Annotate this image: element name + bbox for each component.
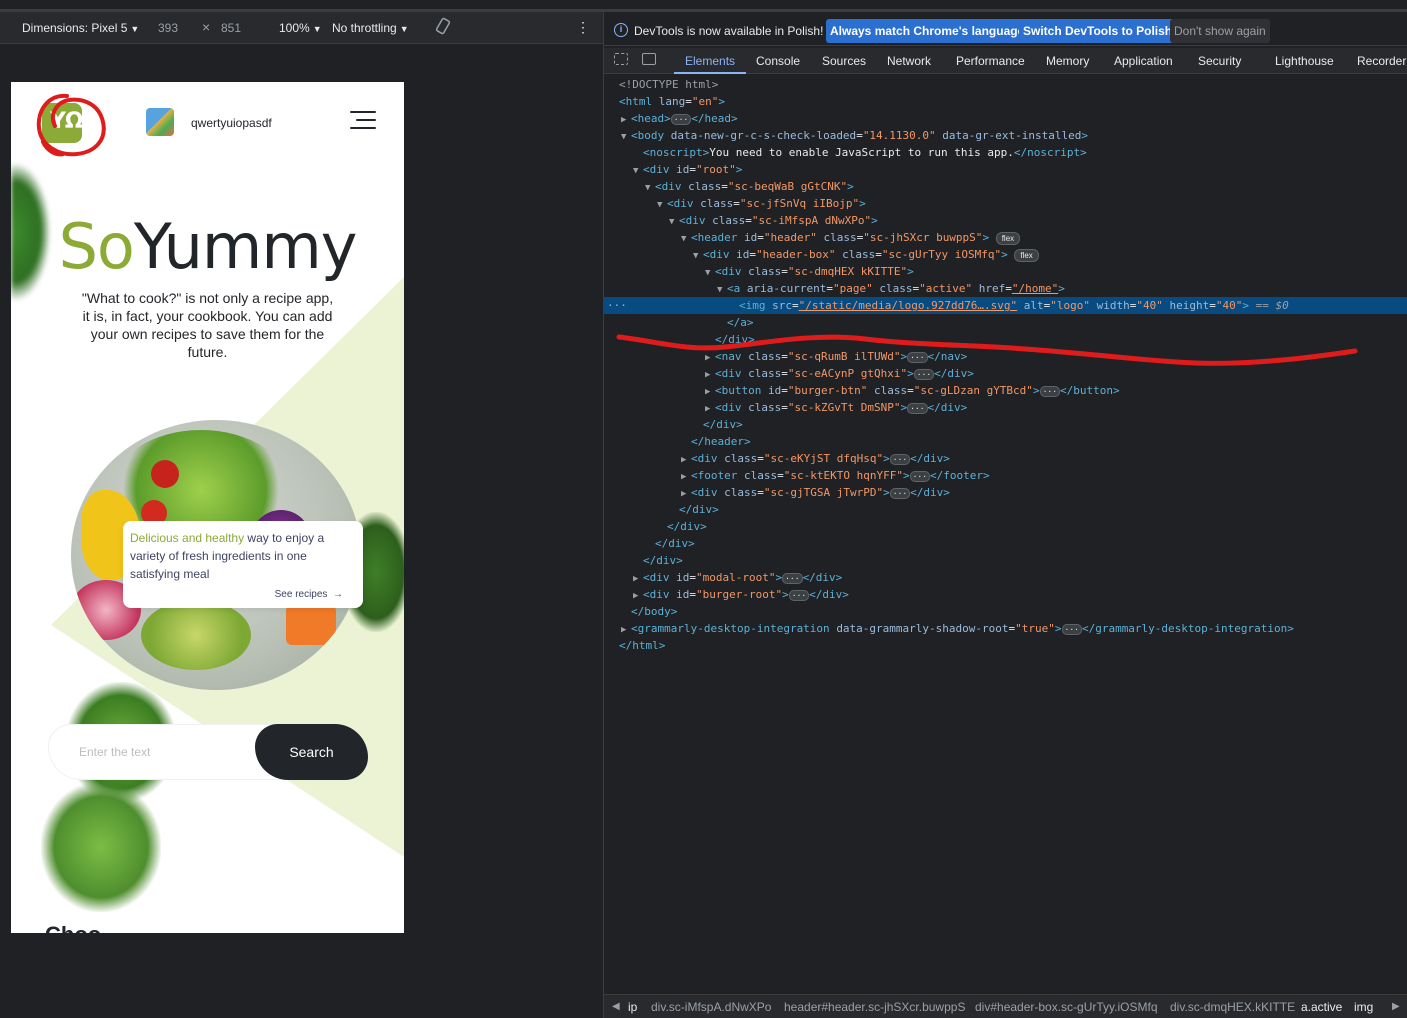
dom-line[interactable]: ▼ <div class="sc-jfSnVq iIBojp">	[604, 195, 1407, 212]
search-input[interactable]	[79, 745, 239, 759]
section-heading-partial: Choo	[45, 922, 101, 933]
decorative-leaf	[41, 782, 161, 912]
device-select[interactable]: Dimensions: Pixel 5 ▼	[22, 21, 139, 35]
dom-line-selected[interactable]: <img src="/static/media/logo.927dd76….sv…	[604, 297, 1407, 314]
avatar[interactable]	[146, 108, 174, 136]
dom-line[interactable]: </body>	[604, 603, 1407, 620]
hero-title-accent: So	[58, 210, 135, 283]
dom-line[interactable]: ▶ <div class="sc-kZGvTt DmSNP"> ··· </div>	[604, 399, 1407, 416]
dom-line[interactable]: ▶ <div id="modal-root"> ··· </div>	[604, 569, 1407, 586]
dont-show-again-button[interactable]: Don't show again	[1170, 19, 1270, 43]
dom-line[interactable]: </div>	[604, 518, 1407, 535]
dom-line[interactable]: ▶ <div class="sc-gjTGSA jTwrPD"> ··· </div>	[604, 484, 1407, 501]
see-recipes-label: See recipes	[274, 589, 328, 600]
throttling-select[interactable]: No throttling ▼	[332, 21, 409, 35]
tab-elements[interactable]: Elements	[685, 54, 735, 68]
dom-line[interactable]: <!DOCTYPE html>	[604, 76, 1407, 93]
dom-line[interactable]: ▼ <div id="header-box" class="sc-gUrTyy i…	[604, 246, 1407, 263]
dom-line[interactable]: </div>	[604, 535, 1407, 552]
dom-line[interactable]: </html>	[604, 637, 1407, 654]
dimension-separator: ×	[202, 19, 211, 35]
username[interactable]: qwertyuiopasdf	[191, 116, 272, 130]
tab-network[interactable]: Network	[887, 54, 931, 68]
dom-line[interactable]: ▼ <div class="sc-beqWaB gGtCNK">	[604, 178, 1407, 195]
tab-lighthouse[interactable]: Lighthouse	[1275, 54, 1334, 68]
rotate-icon[interactable]	[434, 17, 452, 38]
breadcrumb: ◀ ip div.sc-iMfspA.dNwXPo header#header.…	[604, 994, 1407, 1018]
burger-line	[356, 119, 376, 121]
dom-line[interactable]: </div>	[604, 552, 1407, 569]
devtools-panel: i DevTools is now available in Polish! A…	[603, 12, 1407, 1018]
tab-recorder[interactable]: Recorder	[1357, 54, 1406, 68]
dom-line[interactable]: ▶ <footer class="sc-ktEKTO hqnYFF"> ··· </f…	[604, 467, 1407, 484]
arrow-right-icon: →	[333, 589, 343, 600]
dom-line[interactable]: ▼ <header id="header" class="sc-jhSXcr bu…	[604, 229, 1407, 246]
tab-performance[interactable]: Performance	[956, 54, 1025, 68]
dom-line[interactable]: <html lang="en">	[604, 93, 1407, 110]
breadcrumb-scroll-left-icon[interactable]: ◀	[612, 1001, 620, 1012]
more-actions-icon[interactable]: ···	[607, 297, 627, 314]
dom-line[interactable]: </div>	[604, 416, 1407, 433]
dom-line[interactable]: ▼ <div class="sc-iMfspA dNwXPo">	[604, 212, 1407, 229]
chevron-down-icon: ▼	[130, 24, 140, 34]
promo-card: Delicious and healthy way to enjoy a var…	[123, 521, 363, 608]
device-toggle-icon[interactable]	[642, 53, 656, 65]
device-toolbar: Dimensions: Pixel 5 ▼ 393 × 851 100% ▼ No …	[0, 12, 603, 44]
tab-application[interactable]: Application	[1114, 54, 1173, 68]
language-infobar: i DevTools is now available in Polish! A…	[604, 12, 1407, 46]
devtools-tabbar: Elements Console Sources Network Perform…	[604, 48, 1407, 74]
burger-menu-button[interactable]	[350, 111, 376, 131]
dom-line[interactable]: ▼ <div id="root">	[604, 161, 1407, 178]
breadcrumb-item[interactable]: div#header-box.sc-gUrTyy.iOSMfq	[975, 1000, 1158, 1014]
tab-security[interactable]: Security	[1198, 54, 1241, 68]
info-icon: i	[614, 23, 628, 37]
red-annotation-circle	[36, 93, 106, 157]
hero-title-rest: Yummy	[133, 210, 358, 283]
emulated-page: ΥΩ qwertyuiopasdf SoYummy "What to cook?…	[11, 82, 404, 933]
promo-card-text: Delicious and healthy way to enjoy a var…	[130, 529, 351, 583]
promo-card-highlight: Delicious and healthy	[130, 531, 245, 545]
burger-line	[350, 127, 376, 129]
breadcrumb-scroll-right-icon[interactable]: ▶	[1392, 1001, 1400, 1012]
active-tab-indicator	[674, 72, 746, 74]
chevron-down-icon: ▼	[312, 24, 322, 34]
dom-line[interactable]: </header>	[604, 433, 1407, 450]
dom-line[interactable]: ▶ <grammarly-desktop-integration data-gra…	[604, 620, 1407, 637]
tab-console[interactable]: Console	[756, 54, 800, 68]
dom-line[interactable]: ▼ <div class="sc-dmqHEX kKITTE">	[604, 263, 1407, 280]
dom-line[interactable]: <noscript>You need to enable JavaScript …	[604, 144, 1407, 161]
zoom-select[interactable]: 100% ▼	[279, 21, 322, 35]
dom-line[interactable]: ▶ <div id="burger-root"> ··· </div>	[604, 586, 1407, 603]
dom-line[interactable]: ▶ <head> ··· </head>	[604, 110, 1407, 127]
dom-line[interactable]: ▼ <body data-new-gr-c-s-check-loaded="14.…	[604, 127, 1407, 144]
more-options-icon[interactable]: ⋮	[576, 19, 590, 36]
dom-tree: <!DOCTYPE html> <html lang="en"> ▶ <head>…	[604, 76, 1407, 996]
tab-sources[interactable]: Sources	[822, 54, 866, 68]
search-button[interactable]: Search	[255, 724, 368, 780]
hero-tagline: "What to cook?" is not only a recipe app…	[81, 290, 334, 360]
height-input[interactable]: 851	[221, 21, 241, 35]
tab-memory[interactable]: Memory	[1046, 54, 1089, 68]
dom-line[interactable]: ▶ <div class="sc-eKYjST dfqHsq"> ··· </div>	[604, 450, 1407, 467]
breadcrumb-item[interactable]: div.sc-iMfspA.dNwXPo	[651, 1000, 771, 1014]
window-top-strip	[0, 0, 1407, 12]
switch-to-polish-button[interactable]: Switch DevTools to Polish	[1019, 19, 1177, 43]
dom-line[interactable]: ▼ <a aria-current="page" class="active" h…	[604, 280, 1407, 297]
width-input[interactable]: 393	[158, 21, 178, 35]
hero-title: SoYummy	[11, 210, 404, 283]
always-match-language-button[interactable]: Always match Chrome's language	[826, 19, 1029, 43]
breadcrumb-item[interactable]: div.sc-dmqHEX.kKITTE	[1170, 1000, 1295, 1014]
inspect-element-icon[interactable]	[614, 53, 628, 65]
breadcrumb-item[interactable]: a.active	[1301, 1000, 1342, 1014]
burger-line	[350, 111, 376, 113]
breadcrumb-item[interactable]: header#header.sc-jhSXcr.buwppS	[784, 1000, 965, 1014]
red-annotation-underline	[616, 334, 1358, 366]
infobar-message: DevTools is now available in Polish!	[634, 24, 824, 38]
breadcrumb-item[interactable]: ip	[628, 1000, 637, 1014]
dom-line[interactable]: </div>	[604, 501, 1407, 518]
chevron-down-icon: ▼	[399, 24, 409, 34]
see-recipes-link[interactable]: See recipes →	[275, 589, 343, 600]
breadcrumb-item[interactable]: img	[1354, 1000, 1373, 1014]
